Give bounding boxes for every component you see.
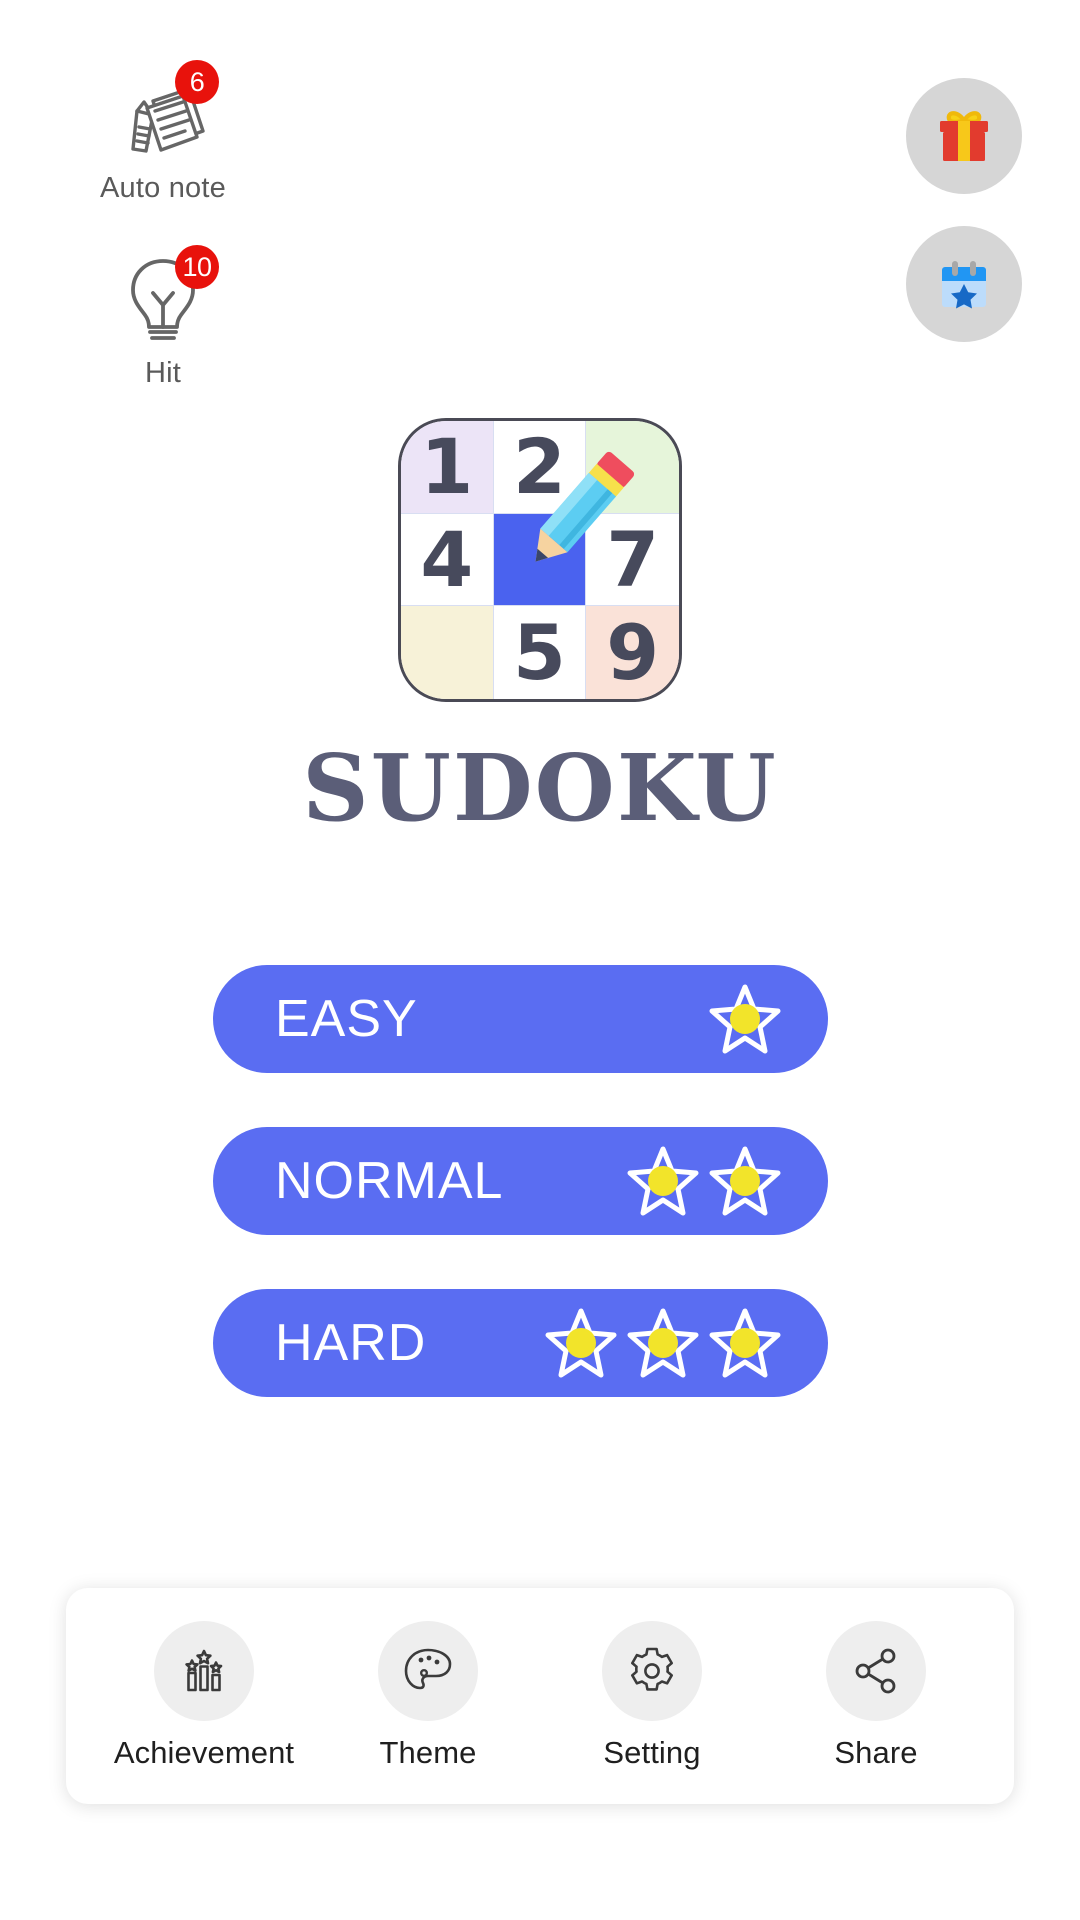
gift-button[interactable] — [906, 78, 1022, 194]
nav-label-setting: Setting — [603, 1735, 701, 1770]
logo-cell-selected — [493, 513, 587, 607]
difficulty-hard-stars — [544, 1306, 782, 1380]
star-icon — [545, 1308, 617, 1378]
auto-note-badge: 6 — [175, 60, 219, 104]
nav-item-achievement[interactable]: Achievement — [104, 1621, 304, 1771]
difficulty-normal-label: NORMAL — [275, 1152, 504, 1210]
star-icon — [709, 1308, 781, 1378]
page-title: SUDOKU — [302, 734, 778, 842]
share-icon — [855, 1648, 896, 1694]
star-icon — [627, 1146, 699, 1216]
hit-label: Hit — [144, 357, 182, 389]
auto-note-label: Auto note — [100, 172, 226, 204]
nav-label-share: Share — [834, 1735, 918, 1770]
difficulty-hard-label: HARD — [275, 1314, 427, 1372]
hit-button[interactable]: 10 Hit — [111, 245, 219, 390]
gift-icon — [940, 111, 988, 161]
difficulty-easy-stars — [708, 982, 782, 1056]
bottom-nav-bar: Achievement Theme Setting Share — [66, 1588, 1014, 1804]
logo-cell: 5 — [493, 606, 587, 699]
tool-column: 6 Auto note 10 Hit — [48, 60, 278, 390]
calendar-button[interactable] — [906, 226, 1022, 342]
logo-cell: 7 — [586, 513, 679, 607]
logo-cell: 1 — [401, 421, 494, 514]
podium-stars-icon — [185, 1649, 223, 1692]
auto-note-icon-wrap: 6 — [111, 60, 219, 166]
nav-item-setting[interactable]: Setting — [552, 1621, 752, 1771]
difficulty-normal-button[interactable]: NORMAL — [213, 1127, 828, 1235]
logo-grid: 1 2 4 7 5 9 — [398, 418, 682, 702]
app-logo: 1 2 4 7 5 9 — [398, 418, 682, 702]
nav-label-theme: Theme — [379, 1735, 477, 1770]
difficulty-hard-button[interactable]: HARD — [213, 1289, 828, 1397]
hit-icon-wrap: 10 — [111, 245, 219, 351]
nav-item-theme[interactable]: Theme — [328, 1621, 528, 1771]
logo-cell: 4 — [401, 513, 494, 607]
setting-icon-circle — [602, 1621, 702, 1721]
logo-cell — [586, 421, 679, 514]
star-icon — [627, 1308, 699, 1378]
nav-item-share[interactable]: Share — [776, 1621, 976, 1771]
nav-label-achievement: Achievement — [113, 1735, 295, 1770]
star-icon — [709, 1146, 781, 1216]
logo-cell: 2 — [493, 421, 587, 514]
difficulty-list: EASY NORMAL HARD — [213, 965, 828, 1397]
calendar-star-icon — [942, 261, 986, 309]
hit-badge: 10 — [175, 245, 219, 289]
theme-icon-circle — [378, 1621, 478, 1721]
round-button-column — [906, 78, 1022, 342]
difficulty-normal-stars — [626, 1144, 782, 1218]
logo-cell — [401, 606, 494, 699]
palette-icon — [404, 1648, 452, 1690]
star-icon — [709, 984, 781, 1054]
difficulty-easy-button[interactable]: EASY — [213, 965, 828, 1073]
share-icon-circle — [826, 1621, 926, 1721]
difficulty-easy-label: EASY — [275, 990, 418, 1048]
auto-note-button[interactable]: 6 Auto note — [100, 60, 226, 205]
logo-cell: 9 — [586, 606, 679, 699]
gear-icon — [631, 1647, 673, 1691]
achievement-icon-circle — [154, 1621, 254, 1721]
